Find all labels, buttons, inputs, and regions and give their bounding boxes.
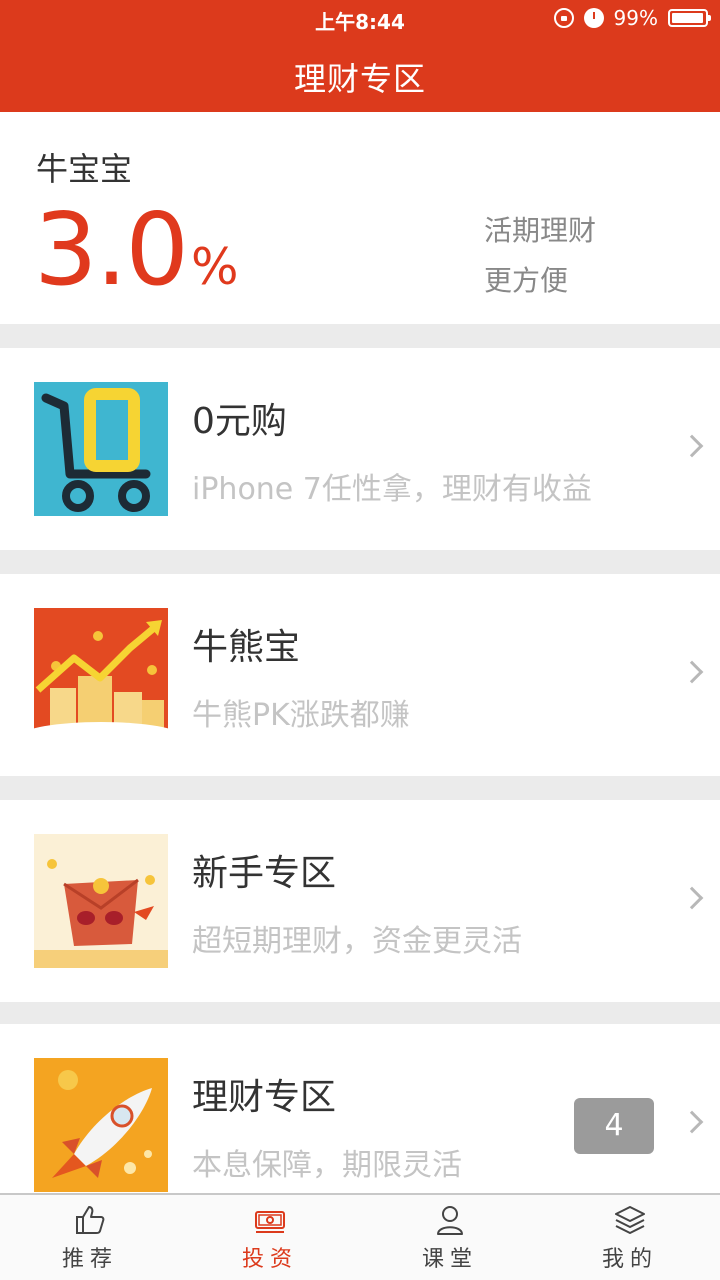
battery-percent: 99% [613,6,658,30]
alarm-icon [583,8,604,28]
cart-icon [34,382,168,516]
tab-label: 课堂 [421,1247,478,1272]
product-name: 新手专区 [192,853,337,894]
product-name: 0元购 [192,401,287,442]
product-desc: 超短期理财，资金更灵活 [192,924,522,959]
tagline-line2: 更方便 [484,264,569,297]
thumbs-up-icon [76,1206,105,1234]
chevron-right-icon [680,1110,704,1134]
money-icon [255,1211,285,1233]
product-name: 理财专区 [192,1077,337,1118]
chevron-right-icon [680,434,704,458]
tab-label: 我的 [601,1247,658,1272]
status-icons: 99% [553,6,711,30]
bottom-tab-bar: 推荐 投资 课堂 我的 [0,1193,720,1280]
rotation-lock-icon [553,8,574,28]
product-item-niuxiongbao[interactable]: 牛熊宝 牛熊PK涨跌都赚 [0,574,720,776]
rate-unit: % [191,238,239,296]
tab-recommend[interactable]: 推荐 [0,1195,180,1280]
app-root: 上午8:44 99% 理财专区 牛宝宝 3.0 % 活期理财 更方便 0元购 i… [0,0,720,1280]
tab-label: 推荐 [61,1247,118,1272]
page-title: 理财专区 [293,60,426,98]
count-badge: 4 [574,1098,654,1154]
battery-icon [668,9,711,27]
tab-label: 投资 [241,1247,298,1272]
header: 上午8:44 99% 理财专区 [0,0,720,112]
niubaobao-card[interactable]: 牛宝宝 3.0 % 活期理财 更方便 [0,112,720,324]
product-desc: 本息保障，期限灵活 [192,1148,462,1183]
status-bar: 上午8:44 99% [0,0,720,38]
tab-invest[interactable]: 投资 [180,1195,360,1280]
rate-value: 3.0 [34,191,189,308]
chevron-right-icon [680,660,704,684]
tab-mine[interactable]: 我的 [540,1195,720,1280]
chevron-right-icon [680,886,704,910]
red-envelope-icon [34,834,168,968]
product-item-newbie[interactable]: 新手专区 超短期理财，资金更灵活 [0,800,720,1002]
tagline: 活期理财 更方便 [484,206,596,306]
tab-classroom[interactable]: 课堂 [360,1195,540,1280]
niubaobao-title: 牛宝宝 [36,150,133,188]
person-icon [437,1206,463,1235]
interest-rate: 3.0 % [34,200,239,300]
layers-icon [615,1206,645,1234]
rocket-icon [34,1058,168,1192]
rising-chart-icon [34,608,168,742]
product-desc: 牛熊PK涨跌都赚 [192,698,410,733]
tagline-line1: 活期理财 [484,214,597,247]
product-desc: iPhone 7任性拿，理财有收益 [192,472,592,507]
product-item-zero-buy[interactable]: 0元购 iPhone 7任性拿，理财有收益 [0,348,720,550]
product-name: 牛熊宝 [192,627,301,668]
